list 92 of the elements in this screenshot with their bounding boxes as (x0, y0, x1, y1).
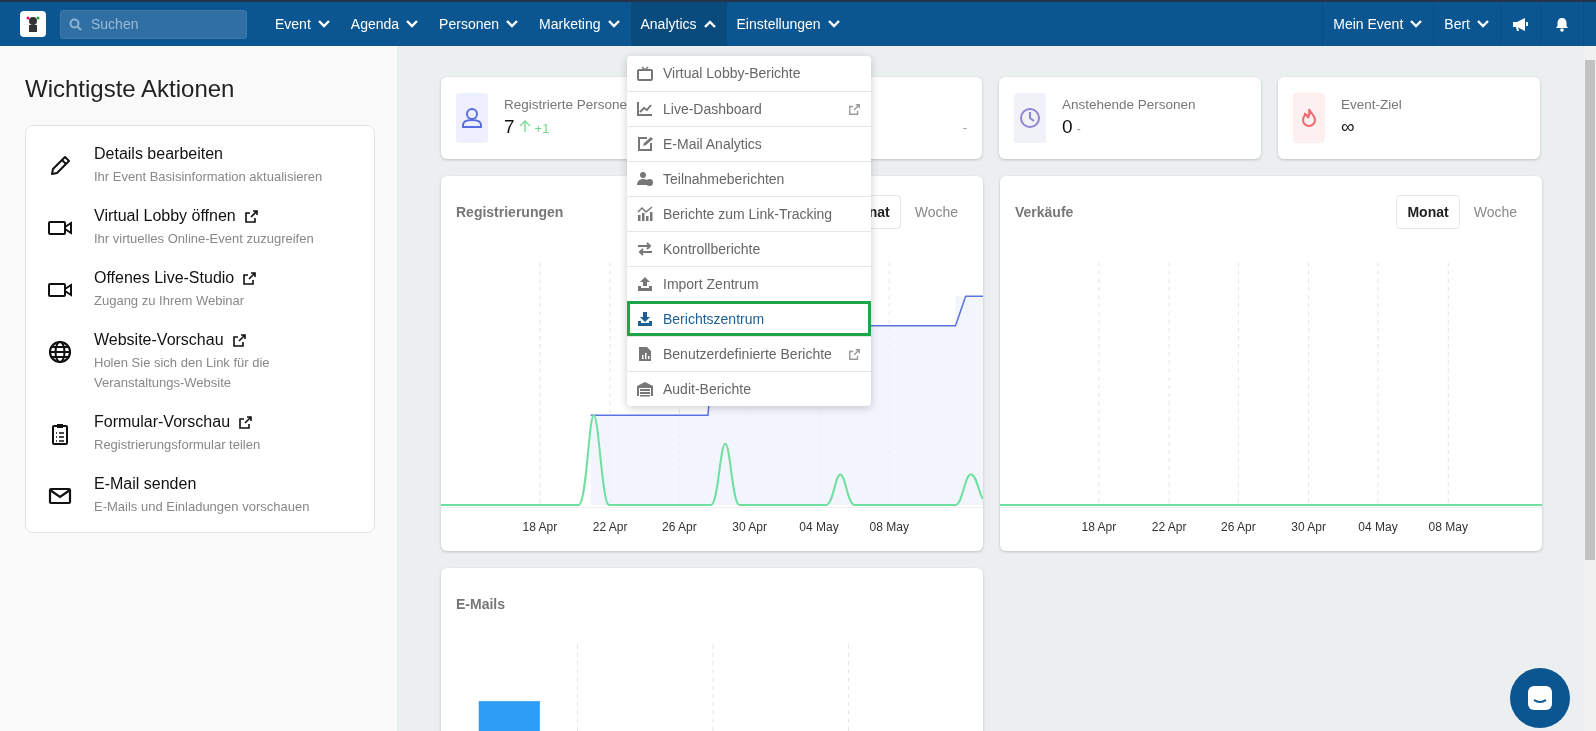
dropdown-item[interactable]: Import Zentrum (627, 266, 871, 301)
edit-icon (637, 136, 653, 152)
nav-menu[interactable]: Marketing (529, 2, 631, 46)
axis-label: 26 Apr (1221, 519, 1256, 536)
arrows-swap-icon (637, 241, 653, 257)
stat-change: - (1076, 120, 1081, 138)
nav-menu[interactable]: Analytics (630, 2, 727, 46)
chart-title: Registrierungen (456, 202, 564, 222)
report-file-icon (637, 346, 653, 362)
nav-menu[interactable]: Mein Event (1322, 2, 1434, 46)
pencil-icon (48, 154, 72, 178)
external-link-icon (848, 347, 861, 361)
line-chart-icon (637, 101, 653, 117)
axis-label: 22 Apr (1151, 519, 1187, 536)
axis-label: 04 May (1358, 519, 1398, 536)
stat-label: Registrierte Persone (504, 96, 628, 114)
action-link[interactable]: Details bearbeiten (94, 143, 223, 165)
stat-value: ∞ (1341, 115, 1355, 139)
toggle-button[interactable]: Woche (904, 195, 968, 229)
action-item[interactable]: E-Mail senden E-Mails und Einladungen vorschauen (26, 464, 374, 526)
external-link-icon (238, 414, 254, 430)
dropdown-item[interactable]: Kontrollberichte (627, 231, 871, 266)
axis-label: 04 May (799, 519, 839, 536)
dropdown-item[interactable]: Berichte zum Link-Tracking (627, 196, 871, 231)
bar-chart-icon (637, 206, 653, 222)
stat-label: Anstehende Personen (1062, 96, 1196, 114)
toggle-button[interactable]: Monat (1396, 195, 1460, 229)
axis-label: 18 Apr (522, 519, 558, 536)
nav-menu[interactable]: Einstellungen (726, 2, 851, 46)
action-link[interactable]: Website-Vorschau (94, 329, 224, 351)
toggle-button[interactable]: Woche (1463, 195, 1527, 229)
axis-label: 08 May (1428, 519, 1468, 536)
search-field[interactable]: Suchen (60, 9, 247, 39)
action-link[interactable]: E-Mail senden (94, 473, 197, 495)
search-icon (69, 17, 82, 31)
action-description: E-Mails und Einladungen vorschauen (94, 498, 311, 516)
nav-menu[interactable]: Personen (429, 2, 530, 46)
nav-menu[interactable]: Agenda (340, 2, 430, 46)
dropdown-item[interactable]: Live-Dashboard (627, 91, 871, 126)
action-item[interactable]: Details bearbeiten Ihr Event Basisinformation aktualisieren (26, 134, 374, 196)
action-description: Holen Sie sich den Link für die Veranstaltungs-Website (94, 354, 271, 392)
dropdown-item[interactable]: Teilnahmeberichten (627, 161, 871, 196)
stat-change: +1 (534, 120, 550, 138)
stat-value: 7 (504, 115, 515, 139)
dropdown-item[interactable]: Berichtszentrum (627, 301, 871, 336)
external-link-icon (242, 270, 258, 286)
nav-menu[interactable]: Bert (1433, 2, 1500, 46)
action-item[interactable]: Virtual Lobby öffnen Ihr virtuelles Online-Event zuzugreifen (26, 196, 374, 258)
action-link[interactable]: Offenes Live-Studio (94, 267, 235, 289)
stat-label: Event-Ziel (1341, 96, 1402, 114)
stat-value: 0 (1062, 115, 1073, 139)
action-item[interactable]: Formular-Vorschau Registrierungsformular teilen (26, 402, 374, 464)
section-title: Wichtigste Aktionen (25, 74, 236, 104)
dropdown-item[interactable]: Virtual Lobby-Berichte (627, 56, 871, 91)
action-item[interactable]: Website-Vorschau Holen Sie sich den Link für die Veranstaltungs-Website (26, 320, 374, 402)
logo-icon[interactable] (20, 11, 46, 37)
action-description: Ihr Event Basisinformation aktualisieren (94, 168, 324, 186)
chat-icon (1527, 685, 1553, 711)
axis-label: 30 Apr (732, 519, 768, 536)
scrollbar[interactable] (1584, 46, 1596, 731)
dropdown-item[interactable]: Audit-Berichte (627, 371, 871, 406)
axis-label: 26 Apr (662, 519, 697, 536)
person-icon (461, 107, 483, 129)
axis-label: 22 Apr (592, 519, 628, 536)
download-icon (637, 311, 653, 327)
clock-icon (1019, 107, 1041, 129)
action-description: Zugang zu Ihrem Webinar (94, 292, 246, 310)
bar (478, 701, 540, 731)
action-link[interactable]: Formular-Vorschau (94, 411, 231, 433)
tv-icon (637, 65, 653, 82)
axis-label: 30 Apr (1291, 519, 1327, 536)
axis-label: 08 May (869, 519, 909, 536)
warehouse-icon (637, 381, 653, 397)
action-description: Ihr virtuelles Online-Event zuzugreifen (94, 230, 315, 248)
globe-icon (48, 340, 72, 364)
external-link-icon (243, 208, 259, 224)
upload-icon (637, 276, 653, 292)
external-link-icon (231, 332, 247, 348)
bell-icon[interactable] (1540, 2, 1584, 46)
action-link[interactable]: Virtual Lobby öffnen (94, 205, 236, 227)
nav-menu[interactable]: Event (265, 2, 341, 46)
action-item[interactable]: Offenes Live-Studio Zugang zu Ihrem Webinar (26, 258, 374, 320)
chart-title: Verkäufe (1015, 202, 1074, 222)
chart-title: E-Mails (456, 594, 505, 614)
action-description: Registrierungsformular teilen (94, 436, 262, 454)
dropdown-item[interactable]: Benutzerdefinierte Berichte (627, 336, 871, 371)
chat-launcher-button[interactable] (1510, 668, 1570, 728)
dropdown-item[interactable]: E-Mail Analytics (627, 126, 871, 161)
user-clock-icon (637, 171, 653, 187)
stat-change: - (962, 119, 967, 138)
external-link-icon (848, 102, 861, 116)
axis-label: 18 Apr (1081, 519, 1117, 536)
